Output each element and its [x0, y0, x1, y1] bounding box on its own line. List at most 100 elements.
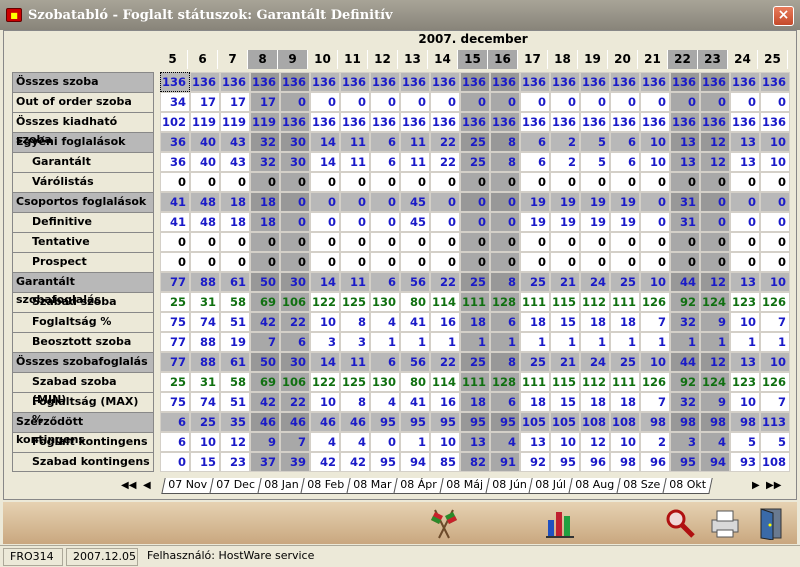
grid-cell[interactable]: 0 [430, 252, 460, 272]
grid-cell[interactable]: 0 [340, 212, 370, 232]
grid-cell[interactable]: 136 [340, 72, 370, 92]
grid-cell[interactable]: 10 [760, 272, 790, 292]
grid-cell[interactable]: 10 [550, 432, 580, 452]
grid-cell[interactable]: 17 [220, 92, 250, 112]
grid-cell[interactable]: 80 [400, 292, 430, 312]
grid-cell[interactable]: 119 [190, 112, 220, 132]
grid-cell[interactable]: 5 [580, 152, 610, 172]
grid-cell[interactable]: 13 [730, 152, 760, 172]
grid-cell[interactable]: 0 [220, 252, 250, 272]
grid-cell[interactable]: 0 [460, 192, 490, 212]
grid-cell[interactable]: 136 [490, 112, 520, 132]
grid-cell[interactable]: 0 [700, 232, 730, 252]
grid-cell[interactable]: 136 [430, 112, 460, 132]
grid-cell[interactable]: 42 [310, 452, 340, 472]
grid-cell[interactable]: 0 [370, 92, 400, 112]
grid-cell[interactable]: 31 [670, 212, 700, 232]
grid-cell[interactable]: 95 [370, 412, 400, 432]
grid-cell[interactable]: 10 [640, 352, 670, 372]
grid-cell[interactable]: 115 [550, 372, 580, 392]
grid-cell[interactable]: 0 [550, 252, 580, 272]
month-tab[interactable]: 08 Máj [439, 478, 490, 494]
grid-cell[interactable]: 0 [370, 212, 400, 232]
grid-cell[interactable]: 10 [730, 312, 760, 332]
grid-cell[interactable]: 0 [760, 252, 790, 272]
grid-cell[interactable]: 0 [730, 252, 760, 272]
grid-cell[interactable]: 46 [280, 412, 310, 432]
exit-door-icon[interactable] [753, 506, 787, 541]
grid-cell[interactable]: 36 [160, 132, 190, 152]
grid-cell[interactable]: 0 [610, 232, 640, 252]
grid-cell[interactable]: 4 [370, 392, 400, 412]
grid-cell[interactable]: 0 [730, 172, 760, 192]
grid-cell[interactable]: 111 [610, 372, 640, 392]
grid-cell[interactable]: 95 [550, 452, 580, 472]
grid-cell[interactable]: 42 [340, 452, 370, 472]
grid-cell[interactable]: 18 [520, 312, 550, 332]
grid-cell[interactable]: 14 [310, 132, 340, 152]
grid-cell[interactable]: 44 [670, 272, 700, 292]
grid-cell[interactable]: 43 [220, 152, 250, 172]
grid-cell[interactable]: 6 [520, 132, 550, 152]
grid-cell[interactable]: 7 [640, 312, 670, 332]
grid-cell[interactable]: 74 [190, 312, 220, 332]
occupancy-grid[interactable]: 136 136 136 136 136 136 136 136 136 136 136 136 136 1… [160, 72, 790, 472]
month-tab[interactable]: 08 Sze [616, 478, 667, 494]
grid-cell[interactable]: 95 [490, 412, 520, 432]
grid-cell[interactable]: 119 [220, 112, 250, 132]
grid-cell[interactable]: 15 [190, 452, 220, 472]
grid-cell[interactable]: 106 [280, 372, 310, 392]
grid-cell[interactable]: 7 [760, 312, 790, 332]
grid-cell[interactable]: 0 [760, 92, 790, 112]
grid-cell[interactable]: 11 [340, 152, 370, 172]
grid-cell[interactable]: 22 [430, 132, 460, 152]
month-tab[interactable]: 08 Aug [568, 478, 621, 494]
grid-cell[interactable]: 96 [580, 452, 610, 472]
grid-cell[interactable]: 13 [460, 432, 490, 452]
grid-cell[interactable]: 18 [580, 392, 610, 412]
grid-cell[interactable]: 24 [580, 352, 610, 372]
month-tab[interactable]: 07 Dec [209, 478, 262, 494]
grid-cell[interactable]: 22 [430, 272, 460, 292]
grid-cell[interactable]: 0 [250, 252, 280, 272]
grid-cell[interactable]: 126 [640, 372, 670, 392]
grid-cell[interactable]: 136 [370, 112, 400, 132]
grid-cell[interactable]: 0 [490, 252, 520, 272]
grid-cell[interactable]: 0 [460, 212, 490, 232]
grid-cell[interactable]: 11 [340, 132, 370, 152]
grid-cell[interactable]: 1 [700, 332, 730, 352]
grid-cell[interactable]: 0 [640, 92, 670, 112]
next-page-icon[interactable]: ▶ [752, 480, 760, 491]
grid-cell[interactable]: 25 [160, 292, 190, 312]
grid-cell[interactable]: 50 [250, 272, 280, 292]
grid-cell[interactable]: 7 [760, 392, 790, 412]
grid-cell[interactable]: 58 [220, 372, 250, 392]
grid-cell[interactable]: 17 [250, 92, 280, 112]
grid-cell[interactable]: 119 [250, 112, 280, 132]
grid-cell[interactable]: 98 [610, 452, 640, 472]
grid-cell[interactable]: 136 [520, 112, 550, 132]
grid-cell[interactable]: 30 [280, 352, 310, 372]
grid-cell[interactable]: 126 [760, 292, 790, 312]
grid-cell[interactable]: 136 [430, 72, 460, 92]
grid-cell[interactable]: 10 [760, 132, 790, 152]
grid-cell[interactable]: 85 [430, 452, 460, 472]
grid-cell[interactable]: 18 [460, 392, 490, 412]
grid-cell[interactable]: 13 [730, 272, 760, 292]
grid-cell[interactable]: 46 [340, 412, 370, 432]
grid-cell[interactable]: 126 [640, 292, 670, 312]
grid-cell[interactable]: 0 [520, 252, 550, 272]
grid-cell[interactable]: 8 [490, 132, 520, 152]
grid-cell[interactable]: 136 [370, 72, 400, 92]
grid-cell[interactable]: 136 [700, 72, 730, 92]
grid-cell[interactable]: 18 [520, 392, 550, 412]
grid-cell[interactable]: 2 [640, 432, 670, 452]
grid-cell[interactable]: 0 [220, 172, 250, 192]
grid-cell[interactable]: 0 [340, 92, 370, 112]
grid-cell[interactable]: 0 [310, 92, 340, 112]
grid-cell[interactable]: 10 [760, 152, 790, 172]
grid-cell[interactable]: 5 [760, 432, 790, 452]
grid-cell[interactable]: 0 [190, 232, 220, 252]
grid-cell[interactable]: 1 [670, 332, 700, 352]
printer-icon[interactable] [708, 506, 742, 540]
